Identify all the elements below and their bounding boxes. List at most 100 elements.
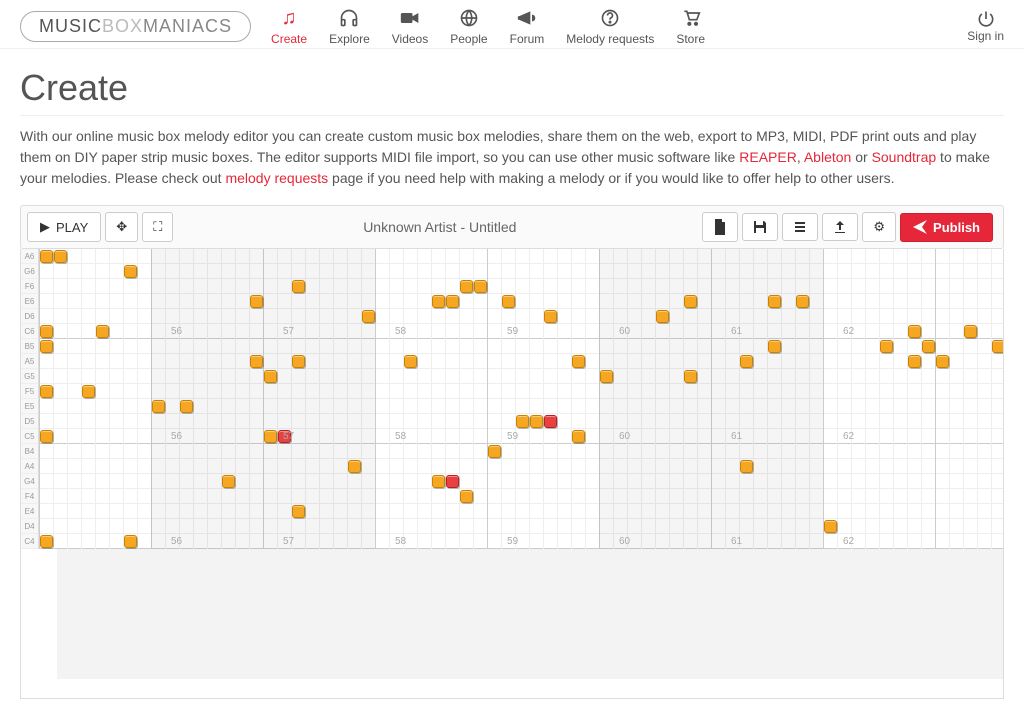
note-row-label: F4 <box>21 489 39 504</box>
note-cell[interactable] <box>908 325 921 338</box>
note-cell[interactable] <box>544 310 557 323</box>
note-cell[interactable] <box>362 310 375 323</box>
bar-number: 59 <box>507 536 518 547</box>
link-ableton[interactable]: Ableton <box>804 149 851 165</box>
page-container: Create With our online music box melody … <box>0 49 1024 709</box>
signin-label: Sign in <box>967 29 1004 43</box>
export-button[interactable] <box>822 213 858 241</box>
note-cell[interactable] <box>40 385 53 398</box>
note-cell[interactable] <box>292 505 305 518</box>
publish-button[interactable]: Publish <box>900 213 993 242</box>
bar-number: 57 <box>283 536 294 547</box>
note-cell[interactable] <box>460 280 473 293</box>
note-row-label: C5 <box>21 429 39 444</box>
note-cell[interactable] <box>684 295 697 308</box>
note-cell[interactable] <box>964 325 977 338</box>
brand-logo[interactable]: MUSICBOXMANIACS <box>20 11 251 42</box>
note-cell[interactable] <box>530 415 543 428</box>
nav-people[interactable]: People <box>450 6 487 46</box>
note-cell[interactable] <box>684 370 697 383</box>
settings-button[interactable]: ⚙ <box>862 212 896 242</box>
note-cell[interactable] <box>180 400 193 413</box>
note-cell[interactable] <box>446 475 459 488</box>
brand-part3: MANIACS <box>143 16 232 36</box>
new-button[interactable] <box>702 212 738 242</box>
note-cell[interactable] <box>768 340 781 353</box>
nav-store[interactable]: Store <box>676 6 705 46</box>
note-row-label: E4 <box>21 504 39 519</box>
save-icon <box>753 220 767 234</box>
note-cell[interactable] <box>572 355 585 368</box>
note-cell[interactable] <box>264 370 277 383</box>
note-cell[interactable] <box>124 535 137 548</box>
note-cell[interactable] <box>992 340 1003 353</box>
note-cell[interactable] <box>54 250 67 263</box>
note-cell[interactable] <box>292 280 305 293</box>
play-button[interactable]: ▶ PLAY <box>27 212 101 242</box>
editor-scroll[interactable]: A6G6F6E6D6C6B5A5G5F5E5D5C5B4A4G4F4E4D4C4… <box>21 249 1003 698</box>
note-cell[interactable] <box>656 310 669 323</box>
editor-area[interactable]: A6G6F6E6D6C6B5A5G5F5E5D5C5B4A4G4F4E4D4C4… <box>20 249 1004 699</box>
note-cell[interactable] <box>460 490 473 503</box>
bar-number: 59 <box>507 326 518 337</box>
brand-part1: MUSIC <box>39 16 102 36</box>
note-cell[interactable] <box>544 415 557 428</box>
note-cell[interactable] <box>292 355 305 368</box>
note-cell[interactable] <box>740 355 753 368</box>
move-button[interactable]: ✥ <box>105 212 138 242</box>
fullscreen-button[interactable]: ⛶ <box>142 212 173 242</box>
note-cell[interactable] <box>488 445 501 458</box>
nav-videos[interactable]: Videos <box>392 6 428 46</box>
nav-forum[interactable]: Forum <box>510 6 545 46</box>
note-cell[interactable] <box>572 430 585 443</box>
note-cell[interactable] <box>796 295 809 308</box>
list-button[interactable] <box>782 213 818 241</box>
note-labels-column: A6G6F6E6D6C6B5A5G5F5E5D5C5B4A4G4F4E4D4C4 <box>21 249 39 549</box>
nav-create[interactable]: ♫ Create <box>271 6 307 46</box>
note-cell[interactable] <box>96 325 109 338</box>
note-cell[interactable] <box>40 325 53 338</box>
note-cell[interactable] <box>936 355 949 368</box>
note-row-label: B5 <box>21 339 39 354</box>
note-cell[interactable] <box>768 295 781 308</box>
note-cell[interactable] <box>432 475 445 488</box>
signin-button[interactable]: Sign in <box>967 9 1004 43</box>
note-cell[interactable] <box>82 385 95 398</box>
note-cell[interactable] <box>740 460 753 473</box>
empty-zone <box>57 549 1003 679</box>
note-cell[interactable] <box>348 460 361 473</box>
nav-explore[interactable]: Explore <box>329 6 370 46</box>
note-cell[interactable] <box>152 400 165 413</box>
link-melody-requests[interactable]: melody requests <box>225 170 328 186</box>
note-cell[interactable] <box>40 250 53 263</box>
note-cell[interactable] <box>824 520 837 533</box>
note-cell[interactable] <box>222 475 235 488</box>
note-cell[interactable] <box>880 340 893 353</box>
note-cell[interactable] <box>502 295 515 308</box>
bar-number: 61 <box>731 326 742 337</box>
nav-melody-requests[interactable]: Melody requests <box>566 6 654 46</box>
note-cell[interactable] <box>264 430 277 443</box>
link-soundtrap[interactable]: Soundtrap <box>872 149 937 165</box>
publish-label: Publish <box>933 220 980 235</box>
note-cell[interactable] <box>404 355 417 368</box>
note-cell[interactable] <box>250 295 263 308</box>
brand-part2: BOX <box>102 16 143 36</box>
save-button[interactable] <box>742 213 778 241</box>
link-reaper[interactable]: REAPER <box>739 149 797 165</box>
note-cell[interactable] <box>922 340 935 353</box>
note-cell[interactable] <box>474 280 487 293</box>
bar-number: 62 <box>843 431 854 442</box>
note-cell[interactable] <box>432 295 445 308</box>
note-cell[interactable] <box>40 535 53 548</box>
note-cell[interactable] <box>908 355 921 368</box>
note-cell[interactable] <box>446 295 459 308</box>
nav-label: People <box>450 32 487 46</box>
note-cell[interactable] <box>40 430 53 443</box>
send-icon <box>913 220 927 234</box>
note-cell[interactable] <box>516 415 529 428</box>
note-cell[interactable] <box>40 340 53 353</box>
note-cell[interactable] <box>124 265 137 278</box>
note-cell[interactable] <box>250 355 263 368</box>
note-cell[interactable] <box>600 370 613 383</box>
